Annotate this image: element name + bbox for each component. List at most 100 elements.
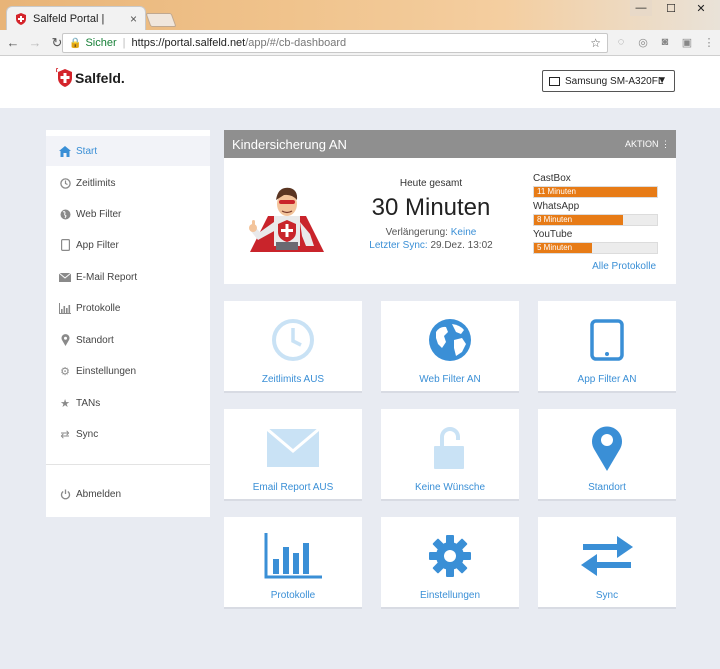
sidebar: Start Zeitlimits Web Filter App Filter E… [46,130,210,517]
tablet-icon [538,311,676,369]
monitor-icon [549,76,560,86]
close-window-button[interactable]: ✕ [690,0,712,16]
action-label: AKTION [624,139,659,149]
tile-protokolle[interactable]: Protokolle [224,517,362,609]
sidebar-item-label: Start [76,145,98,157]
tile-wishes[interactable]: Keine Wünsche [381,409,519,501]
gear-icon [381,527,519,585]
minimize-button[interactable]: — [630,0,652,16]
sidebar-item-sync[interactable]: ⇄ Sync [46,419,210,449]
tablet-icon [59,239,71,251]
bookmark-star-icon[interactable]: ☆ [590,36,601,50]
usage-text: 8 Minuten [537,215,573,224]
panel-title: Kindersicherung AN [232,136,347,152]
secure-label: Sicher [85,37,117,49]
tile-label: Web Filter AN [419,374,481,385]
tile-label: Zeitlimits AUS [261,374,325,385]
back-arrow-icon[interactable]: ← [4,34,22,52]
new-tab-button[interactable] [145,13,177,27]
extension-icon[interactable]: ◌ [614,35,628,49]
extension-icon[interactable]: ◎ [636,35,650,49]
sidebar-item-standort[interactable]: Standort [46,325,210,355]
tile-einstellungen[interactable]: Einstellungen [381,517,519,609]
last-sync-label: Letzter Sync: [369,240,428,251]
sidebar-item-einstellungen[interactable]: ⚙ Einstellungen [46,356,210,386]
app-usage-list: CastBox 11 Minuten WhatsApp 8 Minuten Yo… [533,173,658,257]
chevron-down-icon: ▼ [657,75,667,86]
tile-sync[interactable]: Sync [538,517,676,609]
sidebar-item-zeitlimits[interactable]: Zeitlimits [46,168,210,198]
map-pin-icon [538,419,676,477]
sidebar-item-label: Web Filter [76,208,122,220]
globe-icon [59,208,71,220]
usage-bar: 5 Minuten [533,242,658,254]
action-menu-button[interactable]: AKTION ⋮ [625,139,670,150]
last-sync-info: Letzter Sync: 29.Dez. 13:02 [354,240,508,251]
sync-arrows-icon [538,527,676,585]
device-name: Samsung SM-A320FL [565,75,664,87]
tile-label: Email Report AUS [252,482,334,493]
url-host: https://portal.salfeld.net [131,37,246,49]
sync-arrows-icon: ⇄ [60,428,70,441]
salfeld-logo[interactable]: Salfeld. [56,68,125,88]
tile-app-filter[interactable]: App Filter AN [538,301,676,393]
status-panel: Kindersicherung AN AKTION ⋮ Heute gesamt… [224,130,676,284]
sidebar-item-label: App Filter [76,239,119,251]
tab-close-icon[interactable]: × [130,12,137,26]
address-bar[interactable]: 🔒 Sicher | https://portal.salfeld.net /a… [62,33,608,53]
bar-chart-icon [224,527,362,585]
salfeld-shield-icon [16,12,26,25]
tile-web-filter[interactable]: Web Filter AN [381,301,519,393]
extension-value: Keine [450,227,477,238]
sidebar-divider [46,464,210,465]
panel-header: Kindersicherung AN AKTION ⋮ [224,130,676,158]
tile-label: Protokolle [270,590,316,601]
browser-chrome: Salfeld Portal | × — ☐ ✕ ← → ↻ 🔒 Sicher … [0,0,720,56]
salfeld-shield-icon [56,68,72,87]
all-logs-link[interactable]: Alle Protokolle [592,261,656,272]
tile-email-report[interactable]: Email Report AUS [224,409,362,501]
sidebar-item-label: Standort [76,334,114,346]
app-name: YouTube [533,229,573,240]
url-path: /app/#/cb-dashboard [245,37,347,49]
clock-icon [59,177,71,189]
clock-icon [224,311,362,369]
app-name: WhatsApp [533,201,580,212]
device-selector[interactable]: Samsung SM-A320FL ▼ [542,70,675,92]
sidebar-item-label: E-Mail Report [76,271,138,283]
extension-icon[interactable]: ◙ [658,35,672,49]
forward-arrow-icon[interactable]: → [26,34,44,52]
sidebar-item-label: TANs [76,397,101,409]
power-icon [59,488,71,500]
tile-label: Sync [595,590,619,601]
sidebar-item-label: Protokolle [76,302,121,314]
tile-label: App Filter AN [577,374,637,385]
envelope-icon [224,419,362,477]
app-usage-item: CastBox 11 Minuten [533,173,658,201]
menu-dots-icon[interactable]: ⋮ [702,35,716,49]
today-total-label: Heute gesamt [399,178,463,189]
last-sync-value: 29.Dez. 13:02 [430,240,493,251]
star-icon: ★ [60,397,70,410]
sidebar-item-app-filter[interactable]: App Filter [46,230,210,260]
tile-label: Standort [588,482,626,493]
sidebar-item-email-report[interactable]: E-Mail Report [46,262,210,292]
app-usage-item: YouTube 5 Minuten [533,229,658,257]
sidebar-item-label: Einstellungen [76,365,137,377]
extension-info: Verlängerung: Keine [354,227,508,238]
sidebar-item-protokolle[interactable]: Protokolle [46,293,210,323]
tile-zeitlimits[interactable]: Zeitlimits AUS [224,301,362,393]
sidebar-item-tans[interactable]: ★ TANs [46,388,210,418]
superhero-mascot [249,187,324,252]
extension-icon[interactable]: ▣ [680,35,694,49]
logo-text: Salfeld. [75,70,125,86]
sidebar-item-web-filter[interactable]: Web Filter [46,199,210,229]
bar-chart-icon [59,302,71,314]
browser-tab[interactable]: Salfeld Portal | × [6,6,146,30]
unlock-icon [381,419,519,477]
app-name: CastBox [533,173,571,184]
logout-button[interactable]: Abmelden [46,479,210,509]
maximize-button[interactable]: ☐ [660,0,682,16]
sidebar-item-start[interactable]: Start [46,136,210,166]
tile-standort[interactable]: Standort [538,409,676,501]
